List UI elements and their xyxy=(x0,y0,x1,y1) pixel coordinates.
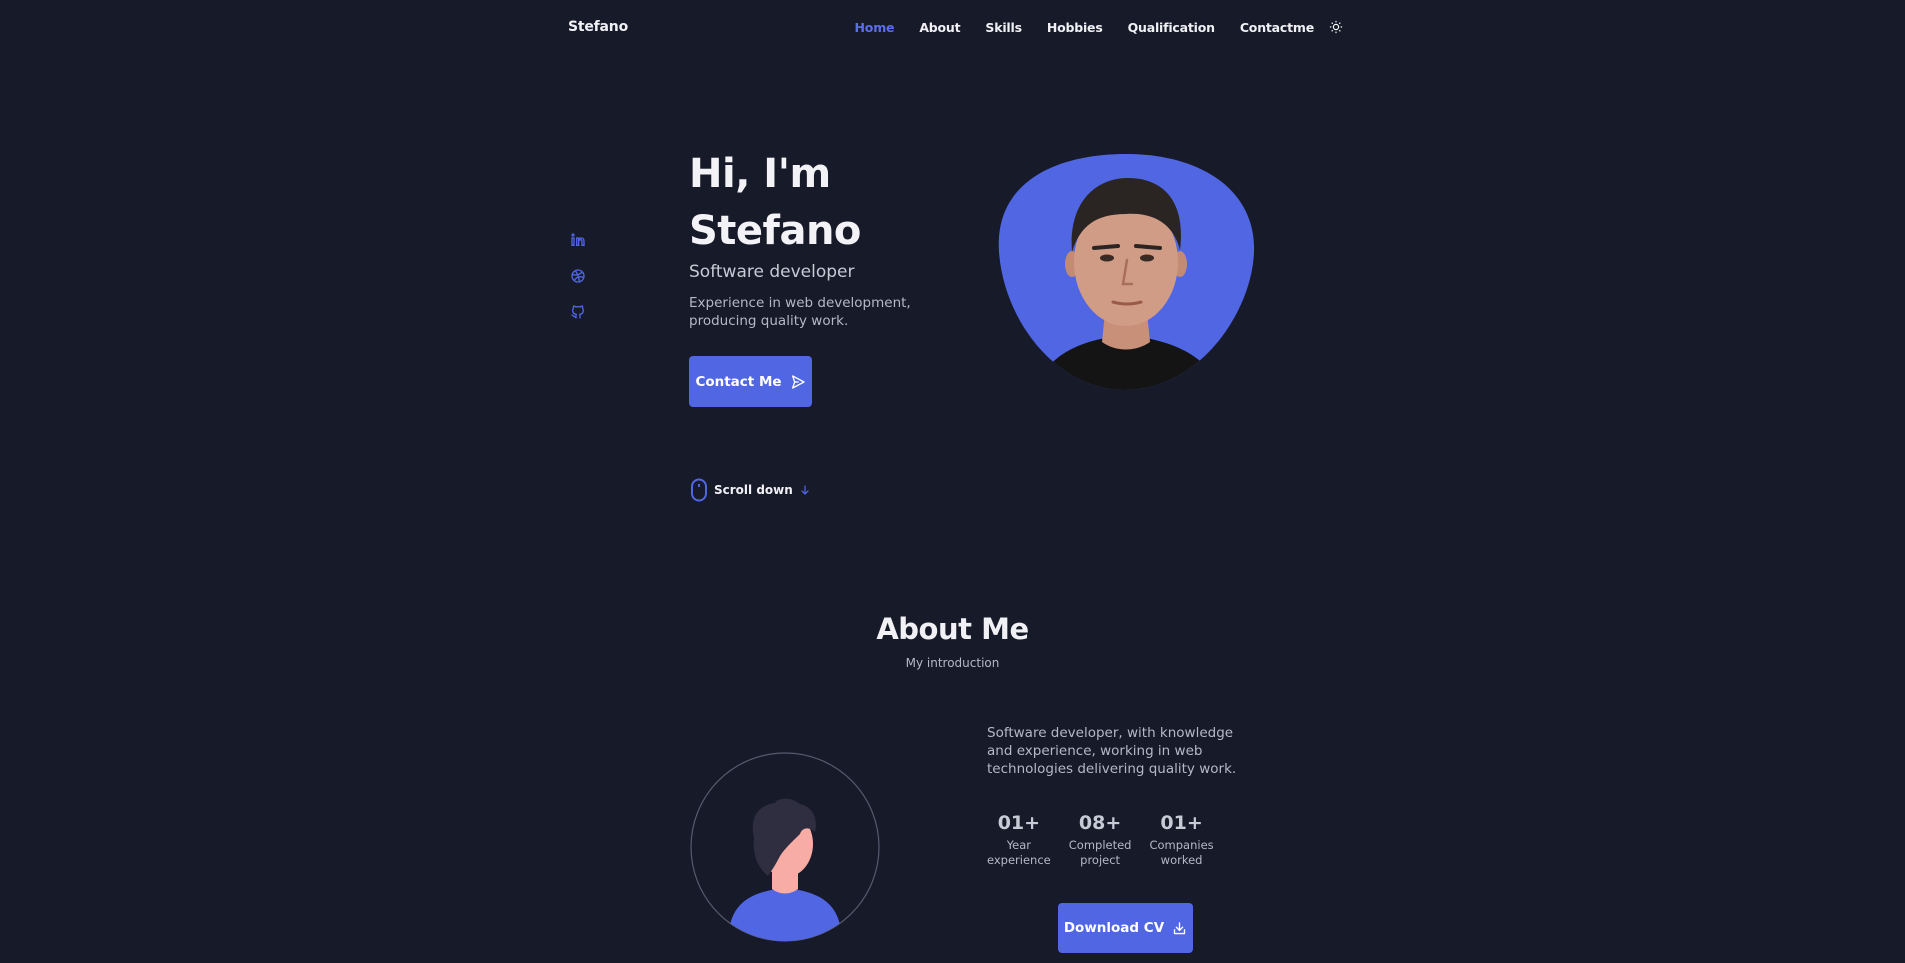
stat-label: Completed project xyxy=(1069,838,1132,868)
send-icon xyxy=(791,374,805,389)
download-cv-button[interactable]: Download CV xyxy=(1058,903,1193,953)
download-icon xyxy=(1173,921,1186,934)
nav-contactme[interactable]: Contactme xyxy=(1240,20,1314,35)
stat-label: Year experience xyxy=(987,838,1051,868)
stat-label-line1: Completed xyxy=(1068,838,1132,852)
scroll-down-label: Scroll down xyxy=(714,483,793,497)
stat-label-line2: experience xyxy=(987,853,1051,867)
header-nav: Stefano Home About Skills Hobbies Qualif… xyxy=(568,0,1344,54)
scroll-down-button[interactable]: Scroll down xyxy=(690,478,811,502)
hero-title: Hi, I'm Stefano xyxy=(689,146,861,260)
stat-value: 01+ xyxy=(997,812,1041,834)
hero-title-line2: Stefano xyxy=(689,208,861,254)
about-description: Software developer, with knowledge and e… xyxy=(987,725,1237,777)
nav-skills[interactable]: Skills xyxy=(985,20,1022,35)
main-menu: Home About Skills Hobbies Qualification … xyxy=(830,19,1344,35)
about-stats: 01+ Year experience 08+ Completed projec… xyxy=(987,812,1232,868)
github-icon[interactable] xyxy=(570,304,588,322)
dribbble-icon[interactable] xyxy=(570,268,588,286)
stat-value: 01+ xyxy=(1160,812,1203,834)
hero-subtitle: Software developer xyxy=(689,262,855,282)
mouse-icon xyxy=(691,478,707,502)
contact-me-label: Contact Me xyxy=(695,373,782,390)
about-avatar-illustration xyxy=(690,752,880,942)
stat-value: 08+ xyxy=(1078,812,1122,834)
arrow-down-icon xyxy=(801,485,809,495)
stat-projects: 08+ Completed project xyxy=(1069,812,1132,868)
nav-home[interactable]: Home xyxy=(855,20,895,35)
stat-label-line1: Companies xyxy=(1149,838,1214,852)
stat-label-line2: worked xyxy=(1160,853,1203,867)
logo[interactable]: Stefano xyxy=(568,19,628,35)
stat-label: Companies worked xyxy=(1149,838,1213,868)
stat-label-line1: Year xyxy=(1006,838,1032,852)
sun-icon[interactable] xyxy=(1328,19,1344,35)
hero-description: Experience in web development, producing… xyxy=(689,295,911,329)
stat-label-line2: project xyxy=(1080,853,1121,867)
hero-title-line1: Hi, I'm xyxy=(689,151,831,197)
profile-photo-blob xyxy=(998,154,1255,390)
nav-about[interactable]: About xyxy=(919,20,960,35)
social-links xyxy=(570,232,588,340)
about-title: About Me xyxy=(876,612,1029,646)
about-subtitle: My introduction xyxy=(905,656,1000,670)
contact-me-button[interactable]: Contact Me xyxy=(689,356,812,407)
download-cv-label: Download CV xyxy=(1063,920,1165,936)
stat-companies: 01+ Companies worked xyxy=(1149,812,1213,868)
linkedin-icon[interactable] xyxy=(570,232,588,250)
nav-qualification[interactable]: Qualification xyxy=(1128,20,1215,35)
stat-experience: 01+ Year experience xyxy=(987,812,1051,868)
nav-hobbies[interactable]: Hobbies xyxy=(1047,20,1103,35)
